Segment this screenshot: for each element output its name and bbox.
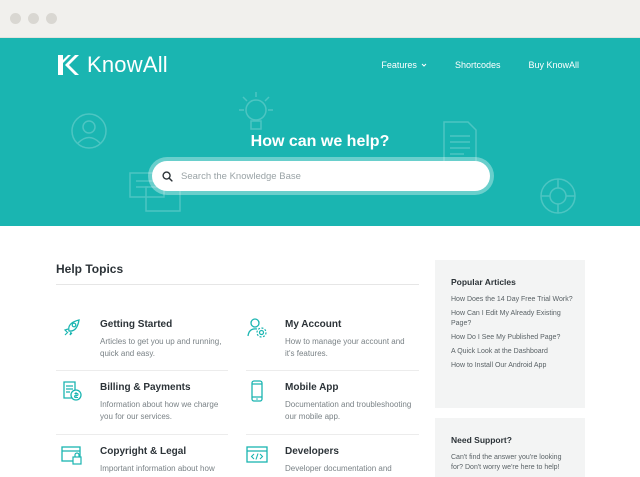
article-link[interactable]: How to Install Our Android App <box>451 361 575 371</box>
help-topics-heading: Help Topics <box>56 262 124 276</box>
nav-shortcodes[interactable]: Shortcodes <box>455 60 501 70</box>
search-box[interactable] <box>152 161 490 191</box>
invoice-icon <box>63 381 82 401</box>
search-icon <box>162 170 173 182</box>
topic-title[interactable]: Copyright & Legal <box>100 446 186 457</box>
topic-title[interactable]: Getting Started <box>100 319 172 330</box>
topic-description: Information about how we charge you for … <box>100 400 219 421</box>
rocket-icon <box>63 319 80 336</box>
browser-lock-icon <box>61 446 82 465</box>
article-link[interactable]: How Can I Edit My Already Existing Page? <box>451 309 575 329</box>
hero-header: KnowAll Features Shortcodes Buy KnowAll … <box>0 38 640 226</box>
popular-articles-widget: Popular Articles How Does the 14 Day Fre… <box>435 260 585 408</box>
divider <box>246 434 419 435</box>
topic-title[interactable]: Billing & Payments <box>100 382 191 393</box>
nav-features-label: Features <box>381 60 417 70</box>
knowall-logo-icon <box>58 55 79 75</box>
topic-title[interactable]: Developers <box>285 446 339 457</box>
window-close-dot[interactable] <box>10 13 21 24</box>
divider <box>56 284 419 285</box>
brand-name: KnowAll <box>87 52 168 77</box>
divider <box>56 370 228 371</box>
topic-description: Important information about how <box>100 464 215 473</box>
widget-title: Need Support? <box>451 435 512 445</box>
lifebuoy-outline-icon <box>540 178 576 214</box>
support-widget: Need Support? Can't find the answer you'… <box>435 418 585 477</box>
nav-buy[interactable]: Buy KnowAll <box>528 60 579 70</box>
topic-title[interactable]: Mobile App <box>285 382 339 393</box>
top-nav: Features Shortcodes Buy KnowAll <box>353 60 579 70</box>
topic-description: Developer documentation and <box>285 464 392 473</box>
topic-description: Articles to get you up and running, quic… <box>100 337 222 358</box>
widget-title: Popular Articles <box>451 277 516 287</box>
article-link[interactable]: How Do I See My Published Page? <box>451 333 575 343</box>
chevron-down-icon <box>421 63 427 67</box>
support-text: Can't find the answer you're looking for… <box>451 454 562 471</box>
nav-features[interactable]: Features <box>381 60 427 70</box>
mobile-icon <box>251 380 263 402</box>
popular-articles-list: How Does the 14 Day Free Trial Work? How… <box>451 295 575 375</box>
topic-title[interactable]: My Account <box>285 319 341 330</box>
brand-logo[interactable]: KnowAll <box>56 51 168 79</box>
search-input[interactable] <box>181 170 471 182</box>
divider <box>56 434 228 435</box>
window-maximize-dot[interactable] <box>46 13 57 24</box>
article-link[interactable]: How Does the 14 Day Free Trial Work? <box>451 295 575 305</box>
topic-description: Documentation and troubleshooting our mo… <box>285 400 412 421</box>
window-titlebar <box>0 0 640 38</box>
code-window-icon <box>246 446 268 463</box>
topic-description: How to manage your account and it's feat… <box>285 337 405 358</box>
divider <box>246 370 419 371</box>
article-link[interactable]: A Quick Look at the Dashboard <box>451 347 575 357</box>
hero-title: How can we help? <box>250 133 390 150</box>
window-minimize-dot[interactable] <box>28 13 39 24</box>
user-gear-icon <box>247 318 267 338</box>
